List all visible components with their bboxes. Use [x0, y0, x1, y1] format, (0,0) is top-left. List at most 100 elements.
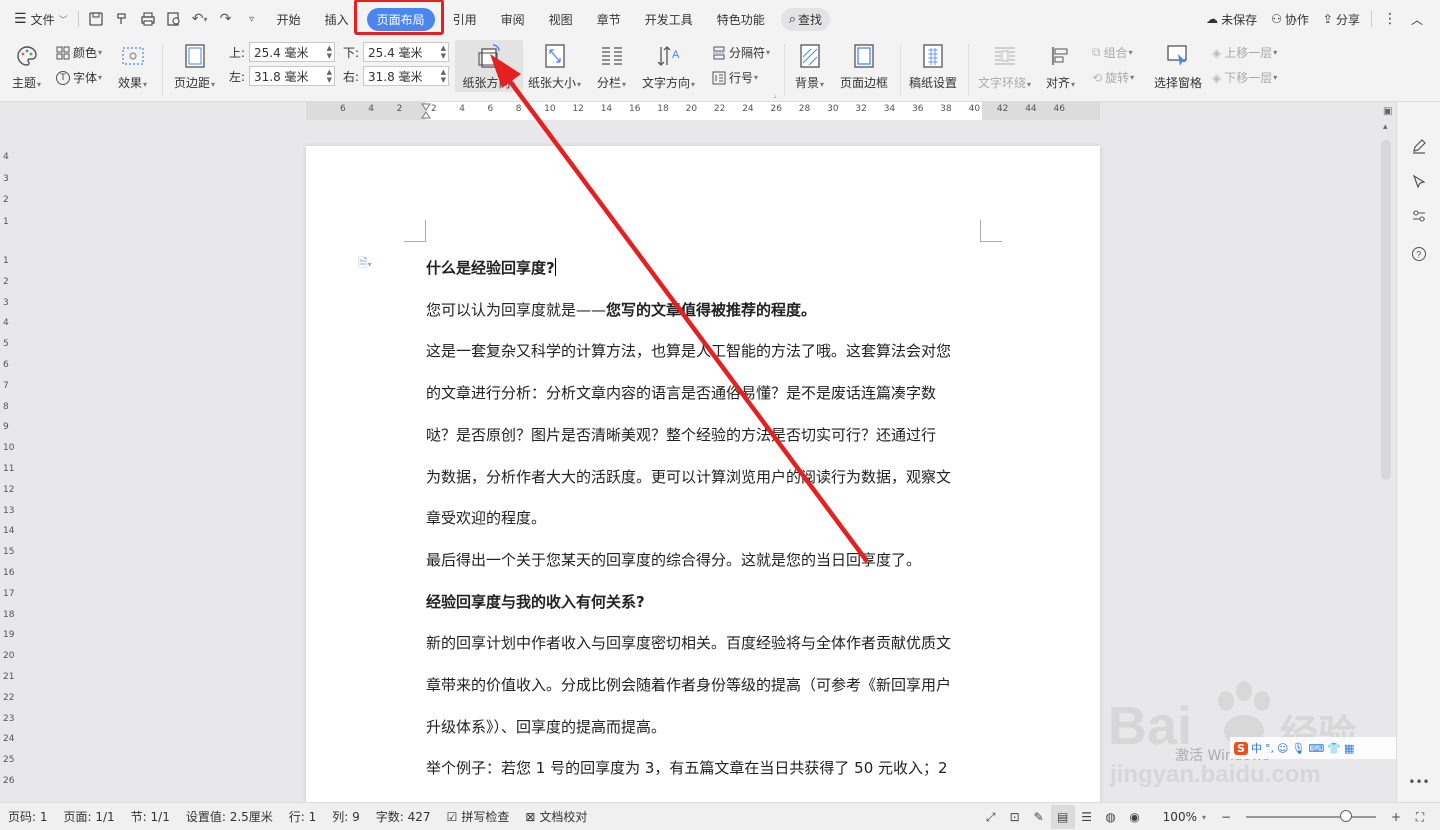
bottom-margin-input[interactable]: 25.4 毫米 ▲ ▼	[363, 42, 449, 62]
print-preview-icon[interactable]	[161, 5, 187, 33]
tab-references[interactable]: 引用	[441, 5, 489, 33]
vertical-scrollbar[interactable]	[1381, 140, 1391, 480]
share-button[interactable]: ⇪ 分享	[1316, 11, 1367, 28]
ime-keyboard-icon[interactable]: ⌨	[1308, 742, 1324, 755]
ime-logo-icon[interactable]: S	[1234, 741, 1248, 755]
tab-page-layout[interactable]: 页面布局	[353, 0, 444, 35]
outline-view-icon[interactable]: ☰	[1075, 805, 1099, 829]
vertical-ruler[interactable]: 4 3 2 1 1 2 3 4 5 6 7 8 9 10 11 12 13 14 15 16 17 18 19 20 21 22 2…	[0, 120, 14, 800]
ime-toolbar[interactable]: S 中 °, ☺ 🎙 ⌨ 👕 ▦	[1230, 737, 1396, 759]
spinner-arrows-icon[interactable]: ▲ ▼	[441, 68, 446, 84]
dialog-launcher-icon[interactable]: ⌟	[773, 90, 777, 99]
tab-developer[interactable]: 开发工具	[633, 5, 705, 33]
top-margin-input[interactable]: 25.4 毫米 ▲ ▼	[249, 42, 335, 62]
more-icon[interactable]: •••	[1408, 772, 1429, 792]
collab-button[interactable]: ⚇ 协作	[1264, 11, 1316, 28]
paragraph-handle-icon[interactable]: 🗎▾	[358, 254, 372, 275]
align-button[interactable]: 对齐▾	[1046, 42, 1075, 91]
file-menu[interactable]: ☰ 文件 ﹀	[8, 5, 74, 33]
ime-mode-icon[interactable]: 中	[1251, 740, 1262, 756]
effects-button[interactable]: 效果▾	[118, 42, 147, 91]
theme-button[interactable]: 主题▾	[12, 42, 41, 91]
manuscript-button[interactable]: 稿纸设置	[909, 42, 957, 91]
doc-proof-button[interactable]: ⊠ 文档校对	[517, 808, 595, 825]
undo-icon[interactable]: ↶ ▾	[187, 5, 213, 33]
ime-voice-icon[interactable]: 🎙	[1291, 742, 1305, 755]
ime-menu-icon[interactable]: ▦	[1344, 742, 1354, 755]
edit-mode-icon[interactable]: ✎	[1027, 805, 1051, 829]
left-margin-input[interactable]: 31.8 毫米 ▲ ▼	[249, 66, 335, 86]
more-options-icon[interactable]: ⋮	[1376, 11, 1404, 27]
send-backward-button[interactable]: ◈ 下移一层 ▾	[1212, 69, 1277, 86]
margins-icon	[181, 42, 209, 70]
tab-features[interactable]: 特色功能	[705, 5, 777, 33]
paper-size-button[interactable]: 纸张大小▾	[528, 42, 581, 91]
spell-check-button[interactable]: ☑ 拼写检查	[439, 808, 518, 825]
status-bar-right: ⤢ ⊡ ✎ ▤ ☰ ◍ ◉ 100% ▾ − + ⛶	[979, 803, 1440, 830]
zoom-level-dropdown[interactable]: 100% ▾	[1155, 810, 1214, 824]
text-wrap-button[interactable]: 文字环绕▾	[978, 42, 1031, 91]
pages-status[interactable]: 页面: 1/1	[56, 808, 123, 825]
zoom-slider-knob[interactable]	[1340, 810, 1352, 822]
ime-punct-icon[interactable]: °,	[1265, 742, 1274, 755]
right-margin-input[interactable]: 31.8 毫米 ▲ ▼	[363, 66, 449, 86]
page-code-text: 页码: 1	[8, 810, 48, 824]
rotate-button[interactable]: ⟲ 旋转 ▾	[1092, 69, 1134, 86]
reading-mode-icon[interactable]: ⊡	[1003, 805, 1027, 829]
bring-forward-button[interactable]: ◈ 上移一层 ▾	[1212, 44, 1277, 61]
pointer-icon[interactable]	[1409, 172, 1429, 192]
tab-review[interactable]: 审阅	[489, 5, 537, 33]
ime-emoji-icon[interactable]: ☺	[1277, 742, 1288, 755]
background-button[interactable]: 背景▾	[795, 42, 824, 91]
tab-view[interactable]: 视图	[537, 5, 585, 33]
document-body[interactable]: 什么是经验回享度? 您可以认为回享度就是——您写的文章值得被推荐的程度。 这是一…	[426, 248, 982, 830]
section-status[interactable]: 节: 1/1	[123, 808, 178, 825]
group-button[interactable]: ⧉ 组合 ▾	[1092, 44, 1133, 61]
collapse-ribbon-icon[interactable]: ︿	[1404, 11, 1430, 28]
ime-skin-icon[interactable]: 👕	[1327, 742, 1341, 755]
line-numbers-button[interactable]: 行号 ▾	[712, 69, 758, 86]
help-icon[interactable]: ?	[1409, 244, 1429, 264]
fonts-button[interactable]: T 字体 ▾	[56, 69, 102, 86]
save-icon[interactable]	[83, 5, 109, 33]
colors-button[interactable]: 颜色 ▾	[56, 44, 102, 61]
zoom-slider[interactable]	[1246, 810, 1376, 822]
scroll-top-icon[interactable]: ▣	[1383, 106, 1392, 117]
tab-home[interactable]: 开始	[265, 5, 313, 33]
fit-page-icon[interactable]: ⛶	[1408, 805, 1432, 829]
spinner-arrows-icon[interactable]: ▲ ▼	[327, 68, 332, 84]
spinner-arrows-icon[interactable]: ▲ ▼	[327, 44, 332, 60]
spinner-arrows-icon[interactable]: ▲ ▼	[441, 44, 446, 60]
page-border-button[interactable]: 页面边框	[840, 42, 888, 91]
zoom-in-icon[interactable]: +	[1384, 805, 1408, 829]
col-status[interactable]: 列: 9	[324, 808, 368, 825]
ruler-tick-label: 12	[3, 484, 15, 495]
horizontal-ruler[interactable]: 6 4 2 2 4 6 8 10 12 14 16 18 20 22 24 26 28 30 32 34 36 38 40 4…	[306, 102, 1100, 120]
row-status[interactable]: 行: 1	[281, 808, 325, 825]
web-view-icon[interactable]: ◍	[1099, 805, 1123, 829]
page-code-status[interactable]: 页码: 1	[0, 808, 56, 825]
orientation-button[interactable]: 纸张方向▾	[455, 40, 523, 92]
pen-icon[interactable]	[1409, 136, 1429, 156]
fullscreen-icon[interactable]: ⤢	[979, 805, 1003, 829]
word-count-status[interactable]: 字数: 427	[368, 808, 439, 825]
margins-button[interactable]: 页边距▾	[174, 42, 215, 91]
print-icon[interactable]	[135, 5, 161, 33]
columns-button[interactable]: 分栏▾	[597, 42, 626, 91]
selection-pane-button[interactable]: 选择窗格	[1154, 42, 1202, 91]
customize-toolbar-icon[interactable]: ▿	[239, 5, 265, 33]
scroll-up-icon[interactable]: ▴	[1383, 122, 1388, 132]
redo-icon[interactable]: ↷	[213, 5, 239, 33]
sliders-icon[interactable]	[1409, 206, 1429, 226]
breaks-button[interactable]: 分隔符 ▾	[712, 44, 770, 61]
setting-status[interactable]: 设置值: 2.5厘米	[178, 808, 281, 825]
search-button[interactable]: ⌕ 查找	[780, 7, 831, 31]
document-page[interactable]: 什么是经验回享度? 您可以认为回享度就是——您写的文章值得被推荐的程度。 这是一…	[306, 146, 1100, 819]
format-painter-icon[interactable]	[109, 5, 135, 33]
eye-protect-icon[interactable]: ◉	[1123, 805, 1147, 829]
page-view-icon[interactable]: ▤	[1050, 805, 1075, 829]
zoom-out-icon[interactable]: −	[1214, 805, 1238, 829]
unsaved-button[interactable]: ☁ 未保存	[1199, 11, 1264, 28]
tab-chapter[interactable]: 章节	[585, 5, 633, 33]
text-direction-button[interactable]: A 文字方向▾	[642, 42, 695, 91]
